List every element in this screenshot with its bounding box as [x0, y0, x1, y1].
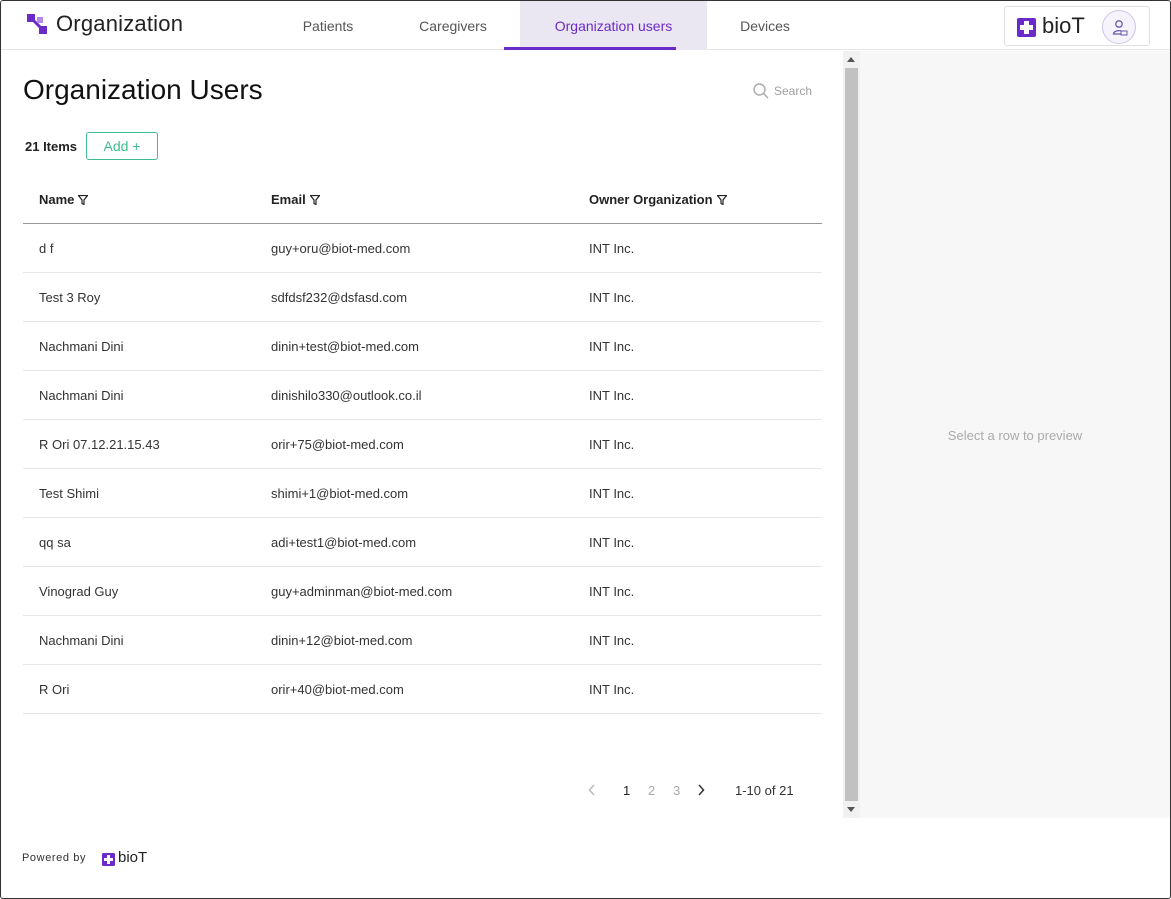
cell-email: orir+75@biot-med.com	[271, 437, 404, 452]
biot-logo-icon	[102, 853, 115, 866]
footer-brand-name: bioT	[118, 849, 148, 866]
cell-name: qq sa	[39, 535, 71, 550]
organization-logo-icon	[27, 14, 47, 34]
table-row[interactable]: R Ori 07.12.21.15.43 orir+75@biot-med.co…	[23, 420, 822, 469]
chevron-left-icon	[588, 784, 595, 796]
table-row[interactable]: R Ori orir+40@biot-med.com INT Inc.	[23, 665, 822, 714]
table-row[interactable]: Nachmani Dini dinin+test@biot-med.com IN…	[23, 322, 822, 371]
user-avatar-button[interactable]	[1102, 10, 1136, 44]
pagination-next-button[interactable]	[696, 783, 706, 801]
cell-name: Test 3 Roy	[39, 290, 101, 305]
tab-devices[interactable]: Devices	[715, 1, 815, 50]
cell-email: dinin+test@biot-med.com	[271, 339, 419, 354]
brand-user-area: bioT	[1004, 6, 1150, 46]
table-header: Name Email Owner Organization	[23, 175, 822, 224]
cell-name: Nachmani Dini	[39, 633, 124, 648]
pagination-prev-button[interactable]	[587, 783, 597, 801]
cell-owner-organization: INT Inc.	[589, 486, 635, 501]
pagination-range: 1-10 of 21	[735, 783, 794, 798]
cell-email: dinin+12@biot-med.com	[271, 633, 413, 648]
cell-email: orir+40@biot-med.com	[271, 682, 404, 697]
search-input[interactable]	[774, 82, 844, 100]
cell-email: adi+test1@biot-med.com	[271, 535, 417, 550]
cell-email: dinishilo330@outlook.co.il	[271, 388, 422, 403]
pagination-page-1[interactable]: 1	[623, 783, 630, 801]
column-header-label: Owner Organization	[589, 192, 713, 207]
filter-icon[interactable]	[716, 195, 727, 205]
column-header-name[interactable]: Name	[39, 192, 89, 207]
filter-icon[interactable]	[309, 195, 320, 205]
cell-name: Nachmani Dini	[39, 339, 124, 354]
app-title: Organization	[56, 11, 184, 36]
filter-icon[interactable]	[78, 195, 89, 205]
users-table: Name Email Owner Organization d f guy+or…	[23, 175, 822, 714]
user-icon	[1112, 20, 1128, 36]
cell-owner-organization: INT Inc.	[589, 633, 635, 648]
table-row[interactable]: Vinograd Guy guy+adminman@biot-med.com I…	[23, 567, 822, 616]
page-title: Organization Users	[23, 74, 263, 105]
column-header-label: Name	[39, 192, 75, 207]
table-row[interactable]: Test Shimi shimi+1@biot-med.com INT Inc.	[23, 469, 822, 518]
table-row[interactable]: Nachmani Dini dinishilo330@outlook.co.il…	[23, 371, 822, 420]
preview-empty-message: Select a row to preview	[947, 428, 1083, 443]
cell-owner-organization: INT Inc.	[589, 535, 635, 550]
search-icon	[753, 83, 769, 99]
app-window: Organization Patients Caregivers Organiz…	[0, 0, 1171, 899]
cell-owner-organization: INT Inc.	[589, 584, 635, 599]
powered-by-label: Powered by	[22, 852, 87, 864]
preview-panel: Select a row to preview	[860, 51, 1170, 818]
tab-caregivers[interactable]: Caregivers	[393, 1, 513, 50]
cell-owner-organization: INT Inc.	[589, 241, 635, 256]
tab-patients[interactable]: Patients	[278, 1, 378, 50]
brand-name: bioT	[1042, 13, 1085, 38]
cell-owner-organization: INT Inc.	[589, 388, 635, 403]
pagination-page-3[interactable]: 3	[673, 783, 680, 801]
tab-organization-users[interactable]: Organization users	[520, 1, 707, 50]
table-row[interactable]: Nachmani Dini dinin+12@biot-med.com INT …	[23, 616, 822, 665]
cell-email: guy+oru@biot-med.com	[271, 241, 411, 256]
cell-name: Nachmani Dini	[39, 388, 124, 403]
active-tab-indicator	[504, 47, 676, 50]
column-header-label: Email	[271, 192, 306, 207]
cell-name: d f	[39, 241, 54, 256]
cell-name: R Ori	[39, 682, 70, 697]
scroll-down-arrow-icon[interactable]	[847, 807, 855, 812]
cell-email: guy+adminman@biot-med.com	[271, 584, 453, 599]
chevron-right-icon	[698, 784, 705, 796]
table-row[interactable]: qq sa adi+test1@biot-med.com INT Inc.	[23, 518, 822, 567]
cell-owner-organization: INT Inc.	[589, 437, 635, 452]
scroll-up-arrow-icon[interactable]	[847, 57, 855, 62]
cell-email: shimi+1@biot-med.com	[271, 486, 409, 501]
cell-email: sdfdsf232@dsfasd.com	[271, 290, 408, 305]
cell-name: R Ori 07.12.21.15.43	[39, 437, 160, 452]
add-button[interactable]: Add +	[86, 132, 158, 160]
cell-owner-organization: INT Inc.	[589, 290, 635, 305]
cell-owner-organization: INT Inc.	[589, 339, 635, 354]
column-header-email[interactable]: Email	[271, 192, 320, 207]
biot-logo-icon	[1017, 18, 1036, 37]
cell-name: Test Shimi	[39, 486, 99, 501]
table-row[interactable]: d f guy+oru@biot-med.com INT Inc.	[23, 224, 822, 273]
top-navigation-bar: Organization Patients Caregivers Organiz…	[1, 1, 1170, 50]
pagination-page-2[interactable]: 2	[648, 783, 655, 801]
cell-owner-organization: INT Inc.	[589, 682, 635, 697]
vertical-scrollbar[interactable]	[843, 51, 860, 818]
cell-name: Vinograd Guy	[39, 584, 119, 599]
column-header-owner-organization[interactable]: Owner Organization	[589, 192, 727, 207]
scrollbar-thumb[interactable]	[845, 68, 858, 801]
items-count: 21 Items	[25, 139, 78, 154]
table-row[interactable]: Test 3 Roy sdfdsf232@dsfasd.com INT Inc.	[23, 273, 822, 322]
